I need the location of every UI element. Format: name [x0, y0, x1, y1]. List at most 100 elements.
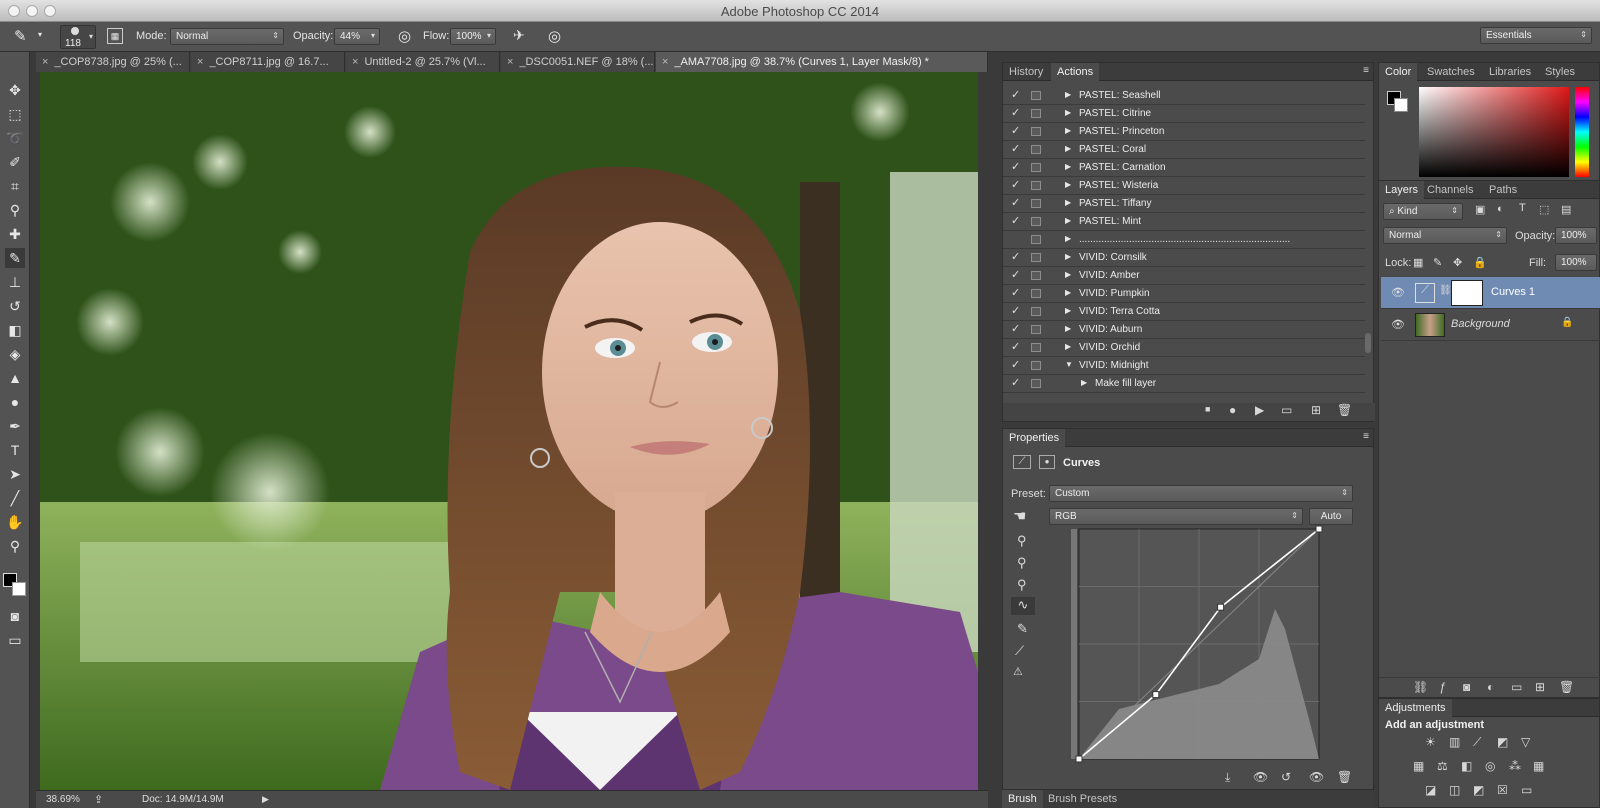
status-menu-arrow-icon[interactable]: ▶	[262, 794, 269, 805]
exposure-icon[interactable]: ◩	[1497, 735, 1508, 749]
close-icon[interactable]: ×	[662, 56, 668, 68]
checkmark-icon[interactable]: ✓	[1011, 214, 1020, 227]
dialog-toggle-icon[interactable]	[1031, 145, 1041, 154]
brush-tool-icon[interactable]: ✎	[5, 248, 25, 268]
lock-all-icon[interactable]: 🔒	[1473, 256, 1487, 269]
black-white-icon[interactable]: ◧	[1461, 759, 1472, 773]
brush-panel-toggle-icon[interactable]: ▦	[107, 28, 123, 44]
fx-icon[interactable]: ƒ	[1439, 680, 1446, 694]
mode-select[interactable]: Normal ⇕	[170, 28, 284, 45]
checkmark-icon[interactable]: ✓	[1011, 340, 1020, 353]
brightness-icon[interactable]: ☀	[1425, 735, 1436, 749]
zoom-tool-icon[interactable]: ⚲	[5, 536, 25, 556]
background-color-swatch[interactable]	[12, 582, 26, 596]
line-tool-icon[interactable]: ╱	[5, 488, 25, 508]
expand-triangle-icon[interactable]: ▶	[1065, 252, 1071, 261]
expand-triangle-icon[interactable]: ▶	[1065, 108, 1071, 117]
folder-icon[interactable]: ▭	[1281, 403, 1292, 417]
trash-icon[interactable]: 🗑	[1337, 770, 1352, 784]
link-layers-icon[interactable]: ⛓	[1413, 680, 1428, 694]
selective-color-icon[interactable]: ☒	[1497, 783, 1508, 797]
layer-opacity-field[interactable]: 100%	[1555, 227, 1597, 244]
doc-tab-2[interactable]: × _COP8711.jpg @ 16.7...	[191, 52, 345, 72]
checkmark-icon[interactable]: ✓	[1011, 196, 1020, 209]
flow-field[interactable]: 100% ▾	[450, 28, 496, 45]
new-adjustment-icon[interactable]: ◐	[1487, 680, 1494, 694]
dialog-toggle-icon[interactable]	[1031, 91, 1041, 100]
panel-menu-icon[interactable]: ≡	[1363, 65, 1369, 76]
action-row[interactable]: ✓ ▶ PASTEL: Seashell	[1003, 87, 1365, 105]
workspace-select[interactable]: Essentials ⇕	[1480, 27, 1592, 44]
link-icon[interactable]: ⛓	[1439, 285, 1452, 296]
zoom-level[interactable]: 38.69%	[46, 794, 80, 805]
vibrance-icon[interactable]: ▽	[1521, 735, 1530, 749]
checkmark-icon[interactable]: ✓	[1011, 358, 1020, 371]
checkmark-icon[interactable]: ✓	[1011, 160, 1020, 173]
checkmark-icon[interactable]: ✓	[1011, 106, 1020, 119]
action-row[interactable]: ✓ ▶ PASTEL: Carnation	[1003, 159, 1365, 177]
doc-tab-4[interactable]: × _DSC0051.NEF @ 18% (...	[501, 52, 655, 72]
visibility-eye-icon[interactable]: 👁	[1391, 318, 1405, 331]
tab-paths[interactable]: Paths	[1483, 181, 1523, 199]
preset-select[interactable]: Custom ⇕	[1049, 485, 1353, 502]
dialog-toggle-icon[interactable]	[1031, 217, 1041, 226]
tab-layers[interactable]: Layers	[1379, 181, 1425, 199]
background-color-swatch[interactable]	[1394, 98, 1408, 112]
tab-swatches[interactable]: Swatches	[1421, 63, 1481, 81]
lock-image-icon[interactable]: ✎	[1433, 256, 1442, 269]
pressure-opacity-icon[interactable]: ◎	[398, 27, 411, 45]
action-row[interactable]: ✓ ▶ PASTEL: Mint	[1003, 213, 1365, 231]
play-icon[interactable]: ▶	[1255, 403, 1264, 417]
white-point-eyedropper-icon[interactable]: ⚲	[1017, 577, 1027, 593]
photo-filter-icon[interactable]: ◎	[1485, 759, 1495, 773]
dialog-toggle-icon[interactable]	[1031, 163, 1041, 172]
hue-saturation-icon[interactable]: ▦	[1413, 759, 1424, 773]
gradient-map-icon[interactable]: ▭	[1521, 783, 1532, 797]
curve-edit-points-icon[interactable]: ∿	[1011, 597, 1035, 615]
expand-triangle-icon[interactable]: ▶	[1065, 198, 1071, 207]
doc-tab-3[interactable]: × Untitled-2 @ 25.7% (Vl...	[346, 52, 500, 72]
type-tool-icon[interactable]: T	[5, 440, 25, 460]
path-selection-tool-icon[interactable]: ➤	[5, 464, 25, 484]
tab-channels[interactable]: Channels	[1421, 181, 1479, 199]
add-mask-icon[interactable]: ◙	[1463, 680, 1470, 694]
curves-graph[interactable]	[1049, 525, 1349, 767]
pencil-draw-icon[interactable]: ✎	[1017, 621, 1028, 637]
tab-adjustments[interactable]: Adjustments	[1379, 699, 1452, 717]
tab-color[interactable]: Color	[1379, 63, 1418, 81]
expand-triangle-icon[interactable]: ▶	[1065, 288, 1071, 297]
color-spectrum-field[interactable]	[1419, 87, 1569, 177]
dialog-toggle-icon[interactable]	[1031, 199, 1041, 208]
quick-select-tool-icon[interactable]: ✐	[5, 152, 25, 172]
dialog-toggle-icon[interactable]	[1031, 343, 1041, 352]
checkmark-icon[interactable]: ✓	[1011, 322, 1020, 335]
tab-actions[interactable]: Actions	[1051, 63, 1100, 81]
curves-icon[interactable]: ⟋	[1473, 735, 1481, 750]
action-row[interactable]: ▶.......................................…	[1003, 231, 1365, 249]
eyedropper-tool-icon[interactable]: ⚲	[5, 200, 25, 220]
dialog-toggle-icon[interactable]	[1031, 235, 1041, 244]
blend-mode-select[interactable]: Normal ⇕	[1383, 227, 1507, 244]
tab-brush[interactable]: Brush	[1002, 790, 1043, 808]
tab-libraries[interactable]: Libraries	[1483, 63, 1537, 81]
dialog-toggle-icon[interactable]	[1031, 271, 1041, 280]
eraser-tool-icon[interactable]: ◧	[5, 320, 25, 340]
dialog-toggle-icon[interactable]	[1031, 109, 1041, 118]
expand-triangle-icon[interactable]: ▶	[1065, 216, 1071, 225]
expand-triangle-icon[interactable]: ▶	[1065, 306, 1071, 315]
checkmark-icon[interactable]: ✓	[1011, 142, 1020, 155]
action-row[interactable]: ✓ ▶ Make fill layer	[1003, 375, 1365, 393]
dialog-toggle-icon[interactable]	[1031, 253, 1041, 262]
close-icon[interactable]: ×	[197, 56, 203, 68]
expand-triangle-icon[interactable]: ▶	[1065, 324, 1071, 333]
checkmark-icon[interactable]: ✓	[1011, 376, 1020, 389]
close-icon[interactable]: ×	[352, 56, 358, 68]
brush-size-picker[interactable]: 118 ▾	[60, 25, 96, 49]
view-previous-icon[interactable]: 👁	[1253, 770, 1268, 784]
action-row[interactable]: ✓ ▶ VIVID: Auburn	[1003, 321, 1365, 339]
trash-icon[interactable]: 🗑	[1337, 403, 1352, 417]
layer-filter-select[interactable]: ⌕ Kind ⇕	[1383, 203, 1463, 220]
expand-triangle-icon[interactable]: ▶	[1065, 180, 1071, 189]
action-row[interactable]: ✓ ▶ PASTEL: Coral	[1003, 141, 1365, 159]
channel-select[interactable]: RGB ⇕	[1049, 508, 1303, 525]
